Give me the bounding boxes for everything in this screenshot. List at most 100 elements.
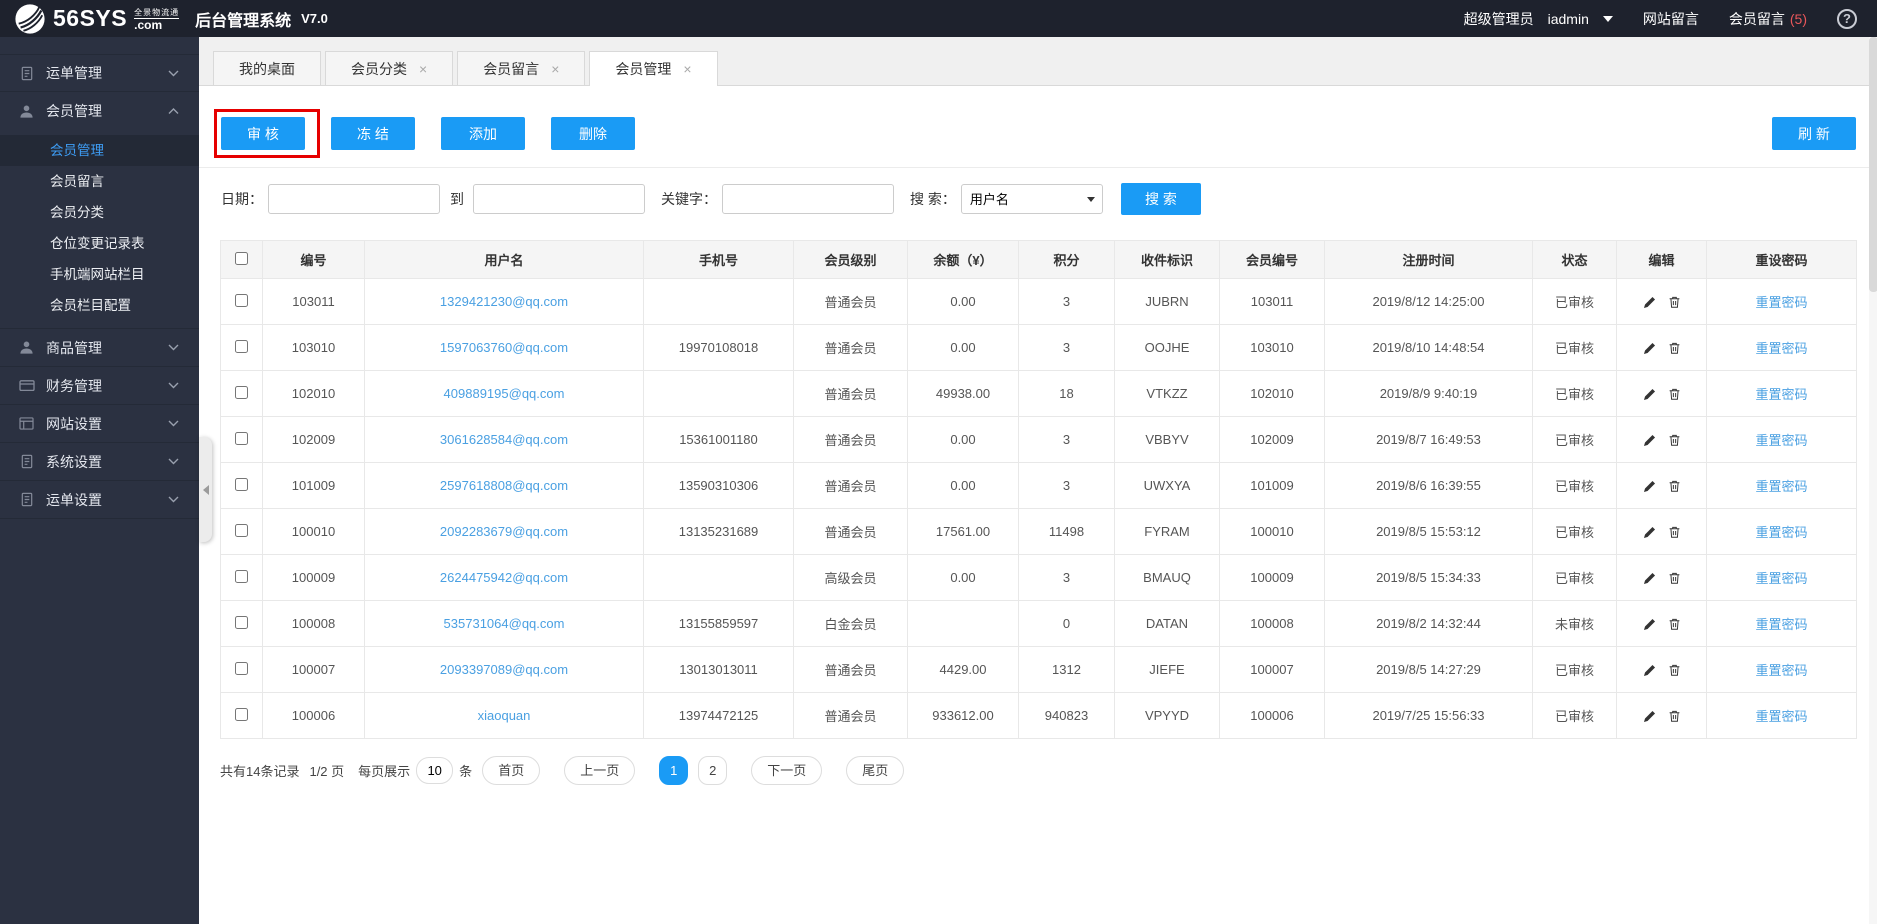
close-icon[interactable]: ×	[551, 61, 559, 77]
delete-icon[interactable]	[1668, 295, 1681, 309]
row-checkbox[interactable]	[235, 707, 248, 721]
username-link[interactable]: 2624475942@qq.com	[440, 570, 568, 585]
vertical-scrollbar-thumb[interactable]	[1869, 37, 1877, 292]
row-checkbox[interactable]	[235, 615, 248, 629]
edit-icon[interactable]	[1643, 480, 1656, 493]
reset-password-link[interactable]: 重置密码	[1755, 617, 1807, 632]
tab-member-messages[interactable]: 会员留言 ×	[457, 51, 586, 85]
date-from-input[interactable]	[268, 184, 440, 214]
delete-icon[interactable]	[1668, 663, 1681, 677]
row-checkbox[interactable]	[235, 523, 248, 537]
date-to-input[interactable]	[473, 184, 645, 214]
first-page-button[interactable]: 首页	[482, 756, 541, 785]
row-checkbox[interactable]	[235, 661, 248, 675]
delete-icon[interactable]	[1668, 709, 1681, 723]
reset-password-link[interactable]: 重置密码	[1755, 433, 1807, 448]
reset-password-link[interactable]: 重置密码	[1755, 663, 1807, 678]
delete-icon[interactable]	[1668, 571, 1681, 585]
submenu-item-mobile-site-columns[interactable]: 手机端网站栏目	[0, 259, 199, 290]
search-button[interactable]: 搜 索	[1120, 183, 1201, 215]
username-link[interactable]: 535731064@qq.com	[444, 616, 565, 631]
member-messages-link[interactable]: 会员留言 (5)	[1729, 9, 1807, 29]
edit-icon[interactable]	[1643, 296, 1656, 309]
delete-icon[interactable]	[1668, 479, 1681, 493]
sidebar-item-waybill-mgmt[interactable]: 运单管理	[0, 54, 199, 92]
sidebar-item-waybill-settings[interactable]: 运单设置	[0, 481, 199, 519]
add-button[interactable]: 添加	[441, 117, 525, 150]
select-all-checkbox[interactable]	[235, 251, 248, 265]
row-checkbox[interactable]	[235, 569, 248, 583]
delete-icon[interactable]	[1668, 617, 1681, 631]
submenu-item-member-categories[interactable]: 会员分类	[0, 197, 199, 228]
close-icon[interactable]: ×	[419, 61, 427, 77]
delete-icon[interactable]	[1668, 387, 1681, 401]
delete-icon[interactable]	[1668, 525, 1681, 539]
last-page-button[interactable]: 尾页	[846, 756, 905, 785]
submenu-item-storage-change-log[interactable]: 仓位变更记录表	[0, 228, 199, 259]
username-link[interactable]: 2597618808@qq.com	[440, 478, 568, 493]
row-checkbox[interactable]	[235, 339, 248, 353]
table-row: 100010 2092283679@qq.com 13135231689 普通会员 17…	[220, 508, 1857, 555]
edit-icon[interactable]	[1643, 572, 1656, 585]
close-icon[interactable]: ×	[683, 61, 691, 77]
edit-icon[interactable]	[1643, 342, 1656, 355]
username-link[interactable]: 2093397089@qq.com	[440, 662, 568, 677]
submenu-item-member-mgmt[interactable]: 会员管理	[0, 135, 199, 166]
tab-label: 会员管理	[615, 61, 672, 77]
reset-password-link[interactable]: 重置密码	[1755, 709, 1807, 724]
username-link[interactable]: 2092283679@qq.com	[440, 524, 568, 539]
tab-my-desktop[interactable]: 我的桌面	[213, 51, 321, 85]
username-link[interactable]: xiaoquan	[478, 708, 531, 723]
to-label: 到	[450, 191, 464, 207]
sidebar-collapse-handle[interactable]	[199, 437, 212, 542]
next-page-button[interactable]: 下一页	[751, 756, 823, 785]
row-checkbox[interactable]	[235, 431, 248, 445]
submenu-item-member-column-config[interactable]: 会员栏目配置	[0, 290, 199, 321]
per-page-input[interactable]	[416, 757, 454, 784]
edit-icon[interactable]	[1643, 434, 1656, 447]
refresh-button[interactable]: 刷 新	[1772, 117, 1856, 150]
sidebar-item-member-mgmt[interactable]: 会员管理	[0, 92, 199, 130]
edit-icon[interactable]	[1643, 710, 1656, 723]
delete-button[interactable]: 删除	[551, 117, 635, 150]
edit-icon[interactable]	[1643, 526, 1656, 539]
reset-password-link[interactable]: 重置密码	[1755, 295, 1807, 310]
row-checkbox[interactable]	[235, 385, 248, 399]
edit-icon[interactable]	[1643, 618, 1656, 631]
cell-id: 100007	[262, 646, 365, 693]
site-messages-link[interactable]: 网站留言	[1643, 9, 1699, 29]
username-link[interactable]: 1329421230@qq.com	[440, 294, 568, 309]
edit-icon[interactable]	[1643, 664, 1656, 677]
submenu-item-member-messages[interactable]: 会员留言	[0, 166, 199, 197]
search-by-select[interactable]: 用户名	[960, 184, 1103, 214]
sidebar-item-finance-mgmt[interactable]: 财务管理	[0, 367, 199, 405]
tab-member-mgmt[interactable]: 会员管理 ×	[589, 51, 718, 86]
app-title: 后台管理系统	[195, 12, 292, 30]
cell-edit	[1616, 278, 1707, 325]
sidebar-item-website-settings[interactable]: 网站设置	[0, 405, 199, 443]
username-link[interactable]: 3061628584@qq.com	[440, 432, 568, 447]
keyword-input[interactable]	[722, 184, 894, 214]
delete-icon[interactable]	[1668, 341, 1681, 355]
audit-button[interactable]: 审 核	[221, 117, 305, 150]
reset-password-link[interactable]: 重置密码	[1755, 387, 1807, 402]
user-menu[interactable]: 超级管理员 iadmin	[1464, 9, 1613, 29]
reset-password-link[interactable]: 重置密码	[1755, 341, 1807, 356]
freeze-button[interactable]: 冻 结	[331, 117, 415, 150]
page-button-1[interactable]: 1	[659, 756, 689, 785]
delete-icon[interactable]	[1668, 433, 1681, 447]
tab-member-categories[interactable]: 会员分类 ×	[325, 51, 454, 85]
sidebar-item-system-settings[interactable]: 系统设置	[0, 443, 199, 481]
reset-password-link[interactable]: 重置密码	[1755, 479, 1807, 494]
page-button-2[interactable]: 2	[698, 756, 728, 785]
reset-password-link[interactable]: 重置密码	[1755, 571, 1807, 586]
sidebar-item-product-mgmt[interactable]: 商品管理	[0, 329, 199, 367]
reset-password-link[interactable]: 重置密码	[1755, 525, 1807, 540]
username-link[interactable]: 409889195@qq.com	[444, 386, 565, 401]
prev-page-button[interactable]: 上一页	[564, 756, 636, 785]
edit-icon[interactable]	[1643, 388, 1656, 401]
username-link[interactable]: 1597063760@qq.com	[440, 340, 568, 355]
row-checkbox[interactable]	[235, 293, 248, 307]
row-checkbox[interactable]	[235, 477, 248, 491]
help-icon[interactable]: ?	[1837, 8, 1857, 29]
